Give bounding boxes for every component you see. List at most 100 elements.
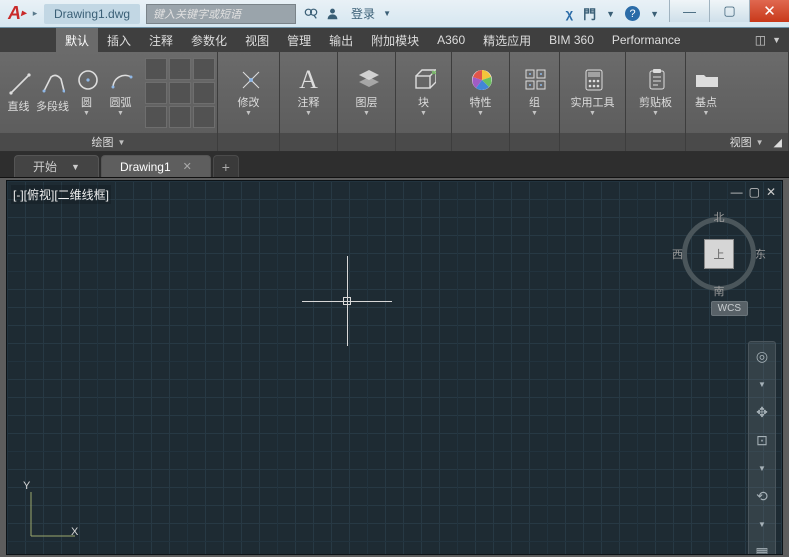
help-dropdown[interactable]: ▼ — [650, 9, 659, 19]
draw-small-5[interactable] — [169, 82, 191, 104]
tab-featured[interactable]: 精选应用 — [474, 28, 540, 52]
viewcube-east[interactable]: 东 — [755, 246, 766, 262]
drawing-tab[interactable]: Drawing1 ✕ — [101, 155, 211, 177]
clipboard-icon — [644, 68, 668, 92]
layer-button[interactable]: 图层 ▼ — [351, 66, 383, 119]
line-button[interactable]: 直线 — [3, 70, 35, 116]
viewcube-north[interactable]: 北 — [714, 209, 725, 225]
tab-view[interactable]: 视图 — [236, 28, 278, 52]
block-button[interactable]: 块 ▼ — [408, 66, 440, 119]
group-base-title[interactable]: 视图▼◢ — [686, 133, 788, 151]
group-dropdown[interactable]: ▼ — [531, 110, 538, 117]
base-dropdown[interactable]: ▼ — [703, 110, 710, 117]
tab-insert[interactable]: 插入 — [98, 28, 140, 52]
draw-small-1[interactable] — [145, 58, 167, 80]
draw-small-9[interactable] — [193, 106, 215, 128]
user-icon[interactable] — [326, 7, 339, 20]
new-tab-button[interactable]: + — [213, 155, 239, 177]
color-wheel-icon — [469, 68, 493, 92]
login-link[interactable]: 登录 — [351, 5, 375, 22]
ribbon-collapse-icon[interactable]: ▼ — [772, 35, 781, 45]
modify-button[interactable]: 修改 ▼ — [233, 66, 265, 119]
viewport-maximize[interactable]: ▢ — [749, 185, 760, 199]
group-draw-title[interactable]: 绘图▼ — [0, 133, 217, 151]
showmotion-icon[interactable]: ▦ — [752, 542, 772, 555]
polyline-button[interactable]: 多段线 — [37, 70, 69, 116]
qat-handle[interactable]: ▸ — [30, 8, 40, 19]
viewport-minimize[interactable]: ― — [731, 185, 743, 199]
base-button[interactable]: 基点 ▼ — [690, 66, 722, 119]
login-dropdown[interactable]: ▼ — [383, 9, 391, 18]
util-dropdown[interactable]: ▼ — [589, 110, 596, 117]
draw-small-3[interactable] — [193, 58, 215, 80]
clip-button[interactable]: 剪贴板 ▼ — [636, 66, 675, 119]
tab-bim360[interactable]: BIM 360 — [540, 28, 603, 52]
tab-performance[interactable]: Performance — [603, 28, 690, 52]
tab-manage[interactable]: 管理 — [278, 28, 320, 52]
tab-parametric[interactable]: 参数化 — [182, 28, 236, 52]
arc-dropdown[interactable]: ▼ — [117, 110, 124, 117]
nav-dropdown-1[interactable]: ▼ — [752, 374, 772, 394]
nav-dropdown-3[interactable]: ▼ — [752, 514, 772, 534]
block-label: 块 — [418, 94, 429, 110]
block-dropdown[interactable]: ▼ — [420, 110, 427, 117]
viewcube-face[interactable]: 上 — [704, 239, 734, 269]
arc-button[interactable]: 圆弧 ▼ — [105, 66, 137, 119]
minimize-button[interactable]: ― — [669, 0, 709, 22]
app-logo[interactable]: A▸ — [0, 0, 30, 28]
titlebar: A▸ ▸ Drawing1.dwg 键入关键字或短语 登录 ▼ χ ⾨ ▼ ? … — [0, 0, 789, 28]
orbit-icon[interactable]: ⟲ — [752, 486, 772, 506]
viewport-close[interactable]: ✕ — [766, 185, 776, 199]
search-icon[interactable] — [304, 7, 318, 21]
tab-addins[interactable]: 附加模块 — [362, 28, 428, 52]
dropdown-icon[interactable]: ▼ — [606, 9, 615, 19]
a360-icon[interactable]: ⾨ — [583, 4, 596, 23]
exchange-icon[interactable]: χ — [566, 6, 573, 21]
pan-icon[interactable]: ✥ — [752, 402, 772, 422]
zoom-extents-icon[interactable]: ⊡ — [752, 430, 772, 450]
nav-dropdown-2[interactable]: ▼ — [752, 458, 772, 478]
help-icon[interactable]: ? — [625, 6, 640, 21]
draw-small-2[interactable] — [169, 58, 191, 80]
tab-output[interactable]: 输出 — [320, 28, 362, 52]
props-button[interactable]: 特性 ▼ — [465, 66, 497, 119]
viewcube[interactable]: 上 北 南 东 西 — [676, 211, 762, 297]
wcs-badge[interactable]: WCS — [711, 301, 748, 316]
maximize-button[interactable]: ▢ — [709, 0, 749, 22]
start-tab-dropdown[interactable]: ▼ — [71, 162, 80, 172]
annotate-button[interactable]: A 注释 ▼ — [293, 66, 325, 119]
draw-small-6[interactable] — [193, 82, 215, 104]
props-dropdown[interactable]: ▼ — [477, 110, 484, 117]
circle-dropdown[interactable]: ▼ — [83, 110, 90, 117]
layer-dropdown[interactable]: ▼ — [363, 110, 370, 117]
tab-default[interactable]: 默认 — [56, 28, 98, 52]
drawing-tab-label: Drawing1 — [120, 160, 171, 174]
viewport-label[interactable]: [-][俯视][二维线框] — [11, 185, 111, 204]
tab-a360[interactable]: A360 — [428, 28, 474, 52]
modify-icon — [237, 68, 261, 92]
modify-dropdown[interactable]: ▼ — [245, 110, 252, 117]
start-tab[interactable]: 开始 ▼ — [14, 155, 99, 177]
annotate-dropdown[interactable]: ▼ — [305, 110, 312, 117]
group-button[interactable]: 组 ▼ — [519, 66, 551, 119]
util-button[interactable]: 实用工具 ▼ — [568, 66, 618, 119]
close-button[interactable]: ✕ — [749, 0, 789, 22]
ribbon-panel-icon[interactable]: ◫ — [755, 33, 766, 47]
clip-dropdown[interactable]: ▼ — [652, 110, 659, 117]
drawing-canvas[interactable]: [-][俯视][二维线框] ― ▢ ✕ 上 北 南 东 西 WCS ◎ ▼ ✥ … — [6, 180, 783, 555]
draw-small-8[interactable] — [169, 106, 191, 128]
search-input[interactable]: 键入关键字或短语 — [146, 4, 296, 24]
viewcube-west[interactable]: 西 — [672, 246, 683, 262]
nav-wheel-icon[interactable]: ◎ — [752, 346, 772, 366]
group-clip-title — [626, 133, 685, 151]
circle-button[interactable]: 圆 ▼ — [71, 66, 103, 119]
draw-small-4[interactable] — [145, 82, 167, 104]
draw-small-7[interactable] — [145, 106, 167, 128]
arc-label: 圆弧 — [110, 94, 132, 110]
ucs-icon[interactable]: Y X — [23, 484, 83, 544]
drawing-tab-close[interactable]: ✕ — [183, 160, 192, 173]
tab-annotate[interactable]: 注释 — [140, 28, 182, 52]
group-layer-title — [338, 133, 395, 151]
canvas-grid — [7, 181, 782, 554]
viewcube-south[interactable]: 南 — [714, 283, 725, 299]
